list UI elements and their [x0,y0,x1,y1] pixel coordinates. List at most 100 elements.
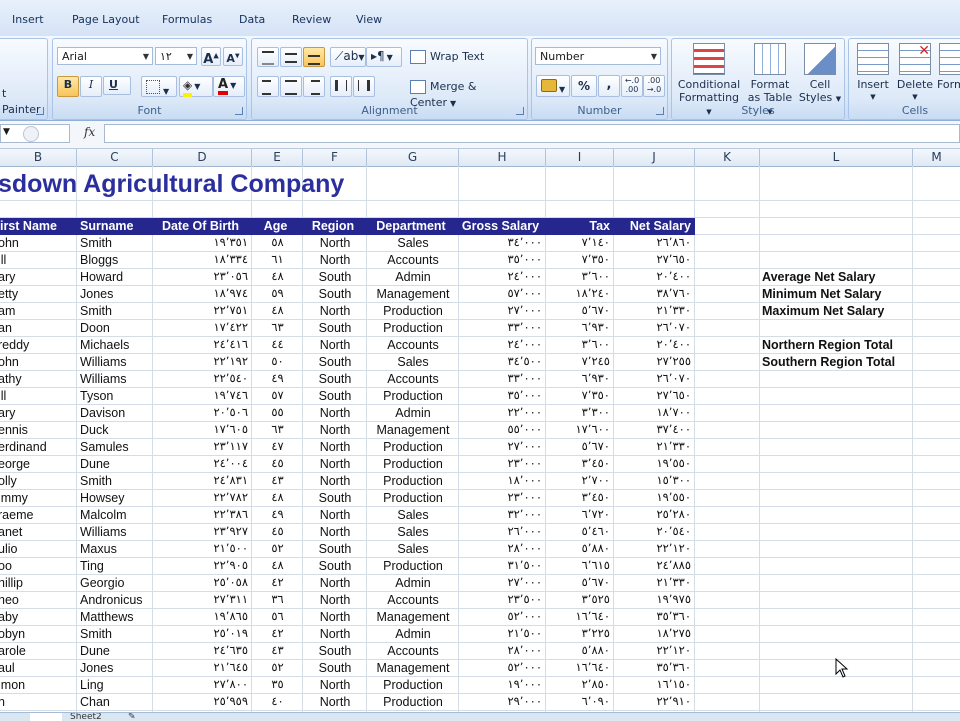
cell-date-of-birth[interactable]: ٢٢٬٩٠٥ [153,558,248,575]
tab-page-layout[interactable]: Page Layout [72,13,140,26]
cell-department[interactable]: Admin [367,269,459,286]
cell-net-salary[interactable]: ٢٧٬٦٥٠ [614,252,691,269]
cell-department[interactable]: Production [367,320,459,337]
cell-gross-salary[interactable]: ٥٢٬٠٠٠ [459,660,542,677]
column-header-h[interactable]: H [459,149,546,166]
cell-first-name[interactable]: eorge [0,456,75,473]
cell-surname[interactable]: Williams [80,354,152,371]
increase-indent-button[interactable] [353,76,375,97]
cell-date-of-birth[interactable]: ٢٢٬١٩٢ [153,354,248,371]
cell-gross-salary[interactable]: ١٩٬٠٠٠ [459,677,542,694]
cell-department[interactable]: Accounts [367,371,459,388]
clipboard-launcher-icon[interactable] [36,107,44,115]
cell-age[interactable]: ٤٣ [252,643,303,660]
cell-net-salary[interactable]: ١٨٬٢٧٥ [614,626,691,643]
summary-label[interactable]: Maximum Net Salary [762,303,884,320]
shrink-font-button[interactable]: A▼ [223,47,243,66]
cell-net-salary[interactable]: ٢٠٬٤٠٠ [614,337,691,354]
font-size-select[interactable]: ١٢ ▼ [155,47,197,65]
comma-style-button[interactable]: , [598,75,620,97]
cell-age[interactable]: ٥٨ [252,235,303,252]
cell-date-of-birth[interactable]: ٢٢٬٧٨٢ [153,490,248,507]
number-format-select[interactable]: Number ▼ [535,47,661,65]
cell-department[interactable]: Production [367,473,459,490]
column-header-d[interactable]: D [153,149,252,166]
cell-surname[interactable]: Duck [80,422,152,439]
alignment-launcher-icon[interactable] [516,107,524,115]
cell-age[interactable]: ٥٦ [252,609,303,626]
cell-surname[interactable]: Smith [80,235,152,252]
cell-surname[interactable]: Tyson [80,388,152,405]
cell-tax[interactable]: ١٨٬٢٤٠ [546,286,610,303]
cell-net-salary[interactable]: ٢٢٬٩١٠ [614,694,691,711]
cell-net-salary[interactable]: ١٦٬١٥٠ [614,677,691,694]
accounting-format-button[interactable]: ▼ [536,75,570,97]
cell-age[interactable]: ٥٢ [252,660,303,677]
borders-button[interactable]: ▼ [141,76,177,97]
cell-tax[interactable]: ٧٬٢٤٥ [546,354,610,371]
bottom-align-button[interactable] [303,47,325,67]
cell-region[interactable]: South [303,286,367,303]
cell-department[interactable]: Production [367,456,459,473]
top-align-button[interactable] [257,47,279,67]
italic-button[interactable]: I [80,76,102,97]
fx-icon[interactable]: fx [84,125,95,139]
cell-gross-salary[interactable]: ٢٦٬٠٠٠ [459,524,542,541]
cell-first-name[interactable]: athy [0,371,75,388]
cell-date-of-birth[interactable]: ١٧٬٤٢٢ [153,320,248,337]
cell-gross-salary[interactable]: ٣١٬٥٠٠ [459,558,542,575]
align-right-button[interactable] [303,76,325,97]
cell-net-salary[interactable]: ٣٥٬٣٦٠ [614,660,691,677]
cell-tax[interactable]: ٧٬١٤٠ [546,235,610,252]
cell-age[interactable]: ٦١ [252,252,303,269]
cell-styles-button[interactable]: Cell Styles ▼ [798,41,842,106]
cell-age[interactable]: ٥٢ [252,541,303,558]
cell-department[interactable]: Accounts [367,337,459,354]
cell-net-salary[interactable]: ٢١٬٣٣٠ [614,303,691,320]
cell-surname[interactable]: Dune [80,456,152,473]
cell-date-of-birth[interactable]: ٢١٬٦٤٥ [153,660,248,677]
cell-net-salary[interactable]: ٢٧٬٦٥٠ [614,388,691,405]
format-cells-button[interactable]: Form [937,41,960,91]
cell-first-name[interactable]: am [0,303,75,320]
cell-net-salary[interactable]: ٢٢٬١٢٠ [614,541,691,558]
cell-region[interactable]: North [303,422,367,439]
cell-region[interactable]: South [303,269,367,286]
cell-first-name[interactable]: ary [0,405,75,422]
cell-department[interactable]: Accounts [367,252,459,269]
cell-gross-salary[interactable]: ٣٤٬٠٠٠ [459,235,542,252]
cell-surname[interactable]: Andronicus [80,592,152,609]
middle-align-button[interactable] [280,47,302,67]
cell-age[interactable]: ٦٣ [252,320,303,337]
cell-region[interactable]: North [303,694,367,711]
cell-tax[interactable]: ٦٬٠٩٠ [546,694,610,711]
cell-department[interactable]: Management [367,286,459,303]
summary-label[interactable]: Southern Region Total [762,354,895,371]
header-region[interactable]: Region [303,218,363,235]
cell-age[interactable]: ٤٥ [252,456,303,473]
cell-tax[interactable]: ٣٬٥٢٥ [546,592,610,609]
cell-region[interactable]: North [303,473,367,490]
cell-gross-salary[interactable]: ٢٧٬٠٠٠ [459,303,542,320]
decrease-indent-button[interactable] [330,76,352,97]
column-header-l[interactable]: L [760,149,913,166]
cell-tax[interactable]: ٦٬٦١٥ [546,558,610,575]
cell-department[interactable]: Sales [367,354,459,371]
cell-region[interactable]: South [303,388,367,405]
cell-age[interactable]: ٣٥ [252,677,303,694]
header-department[interactable]: Department [367,218,455,235]
cell-tax[interactable]: ٥٬٤٦٠ [546,524,610,541]
cell-tax[interactable]: ١٦٬٦٤٠ [546,609,610,626]
cell-surname[interactable]: Malcolm [80,507,152,524]
cell-department[interactable]: Production [367,439,459,456]
cell-surname[interactable]: Smith [80,626,152,643]
cell-surname[interactable]: Samules [80,439,152,456]
cell-gross-salary[interactable]: ٢٧٬٠٠٠ [459,575,542,592]
cell-first-name[interactable]: olly [0,473,75,490]
cell-net-salary[interactable]: ٢٠٬٤٠٠ [614,269,691,286]
cell-department[interactable]: Production [367,303,459,320]
grow-font-button[interactable]: A▲ [201,47,221,67]
cell-surname[interactable]: Howard [80,269,152,286]
cell-first-name[interactable]: imon [0,677,75,694]
cell-surname[interactable]: Ting [80,558,152,575]
